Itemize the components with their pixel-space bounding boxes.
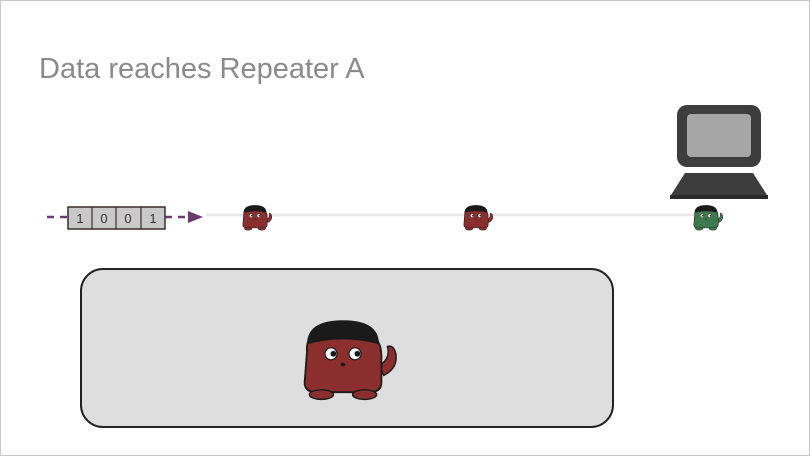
packet-bit: 1 <box>76 211 83 226</box>
packet-bit: 0 <box>124 211 131 226</box>
packet-bit: 0 <box>100 211 107 226</box>
data-packet: 1 0 0 1 <box>67 206 166 230</box>
packet-bit: 1 <box>149 211 156 226</box>
repeater-creature-icon <box>463 204 494 231</box>
destination-creature-icon <box>693 204 724 231</box>
slide: Data reaches Repeater A 1 0 0 1 <box>0 0 810 456</box>
arrowhead-icon <box>188 211 203 223</box>
computer-icon <box>670 105 768 199</box>
network-diagram: 1 0 0 1 <box>47 105 768 428</box>
repeater-creature-icon <box>242 204 273 231</box>
